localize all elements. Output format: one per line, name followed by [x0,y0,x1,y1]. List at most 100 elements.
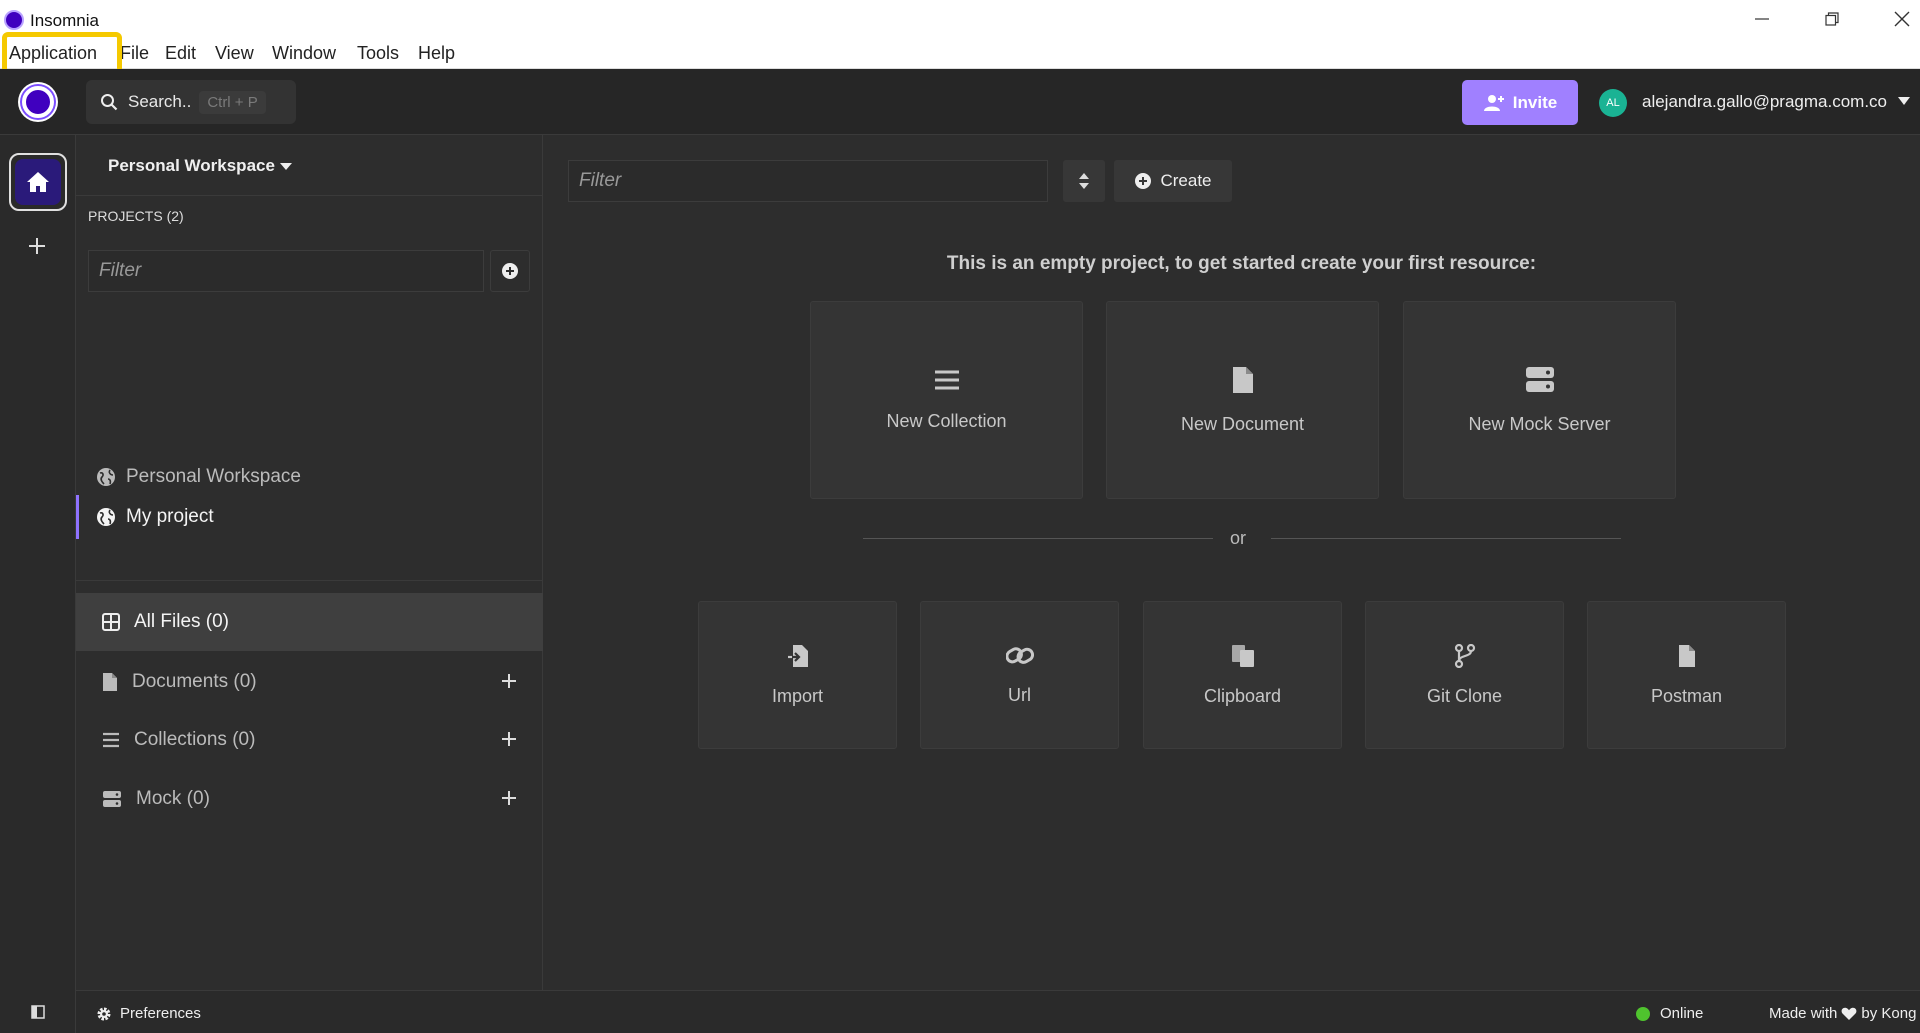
grid-icon [102,613,120,631]
add-icon[interactable] [26,235,48,257]
insomnia-home-logo[interactable] [18,82,58,122]
close-icon [1894,11,1910,27]
preferences-label: Preferences [120,1005,201,1022]
card-label: New Collection [886,410,1007,431]
globe-icon [97,508,115,526]
plus-circle-icon [502,263,518,279]
search-shortcut: Ctrl + P [199,90,266,114]
sidebar: Personal Workspace PROJECTS (2) Filter P… [76,135,543,990]
search-label: Search.. [128,92,192,111]
menu-window[interactable]: Window [272,43,336,64]
document-icon [1678,644,1695,667]
home-button[interactable] [9,153,67,211]
sidebar-item-label: All Files (0) [134,611,230,632]
made-with-kong-link[interactable]: Made with by Kong [1769,1005,1916,1022]
create-label: Create [1160,171,1212,190]
made-with-suffix: by Kong [1861,1005,1917,1022]
heart-icon [1841,1007,1857,1020]
git-branch-icon [1454,643,1475,668]
list-icon [103,732,119,748]
globe-icon [97,468,115,486]
menu-bar: Application File Edit View Window Tools … [0,36,1920,69]
or-label: or [1230,528,1247,548]
online-label: Online [1660,1005,1704,1022]
card-label: Url [1008,684,1031,705]
chevron-down-icon[interactable] [1898,97,1910,105]
divider [1271,538,1621,539]
new-mock-server-card[interactable]: New Mock Server [1403,301,1676,499]
git-clone-card[interactable]: Git Clone [1365,601,1564,749]
document-icon [103,673,117,691]
projects-label: PROJECTS (2) [88,208,184,224]
add-project-button[interactable] [490,250,530,292]
empty-project-message: This is an empty project, to get started… [946,253,1537,274]
project-label: My project [126,506,214,527]
projects-filter-placeholder: Filter [99,260,142,281]
card-label: New Mock Server [1468,413,1611,434]
sidebar-item-label: Documents (0) [132,671,257,692]
restore-icon [1825,12,1839,26]
menu-file[interactable]: File [120,43,149,64]
made-with-prefix: Made with [1769,1005,1838,1022]
url-card[interactable]: Url [920,601,1119,749]
card-label: New Document [1180,413,1305,434]
menu-edit[interactable]: Edit [165,43,196,64]
workspace-title: Personal Workspace [108,156,275,175]
menu-help[interactable]: Help [418,43,455,64]
avatar[interactable]: AL [1599,89,1627,117]
sort-icon [1079,173,1089,189]
search-icon [101,94,118,111]
clipboard-card[interactable]: Clipboard [1143,601,1342,749]
postman-card[interactable]: Postman [1587,601,1786,749]
add-user-icon [1483,94,1504,111]
files-filter-placeholder: Filter [579,170,622,191]
insomnia-logo-icon [4,10,24,30]
create-button[interactable]: Create [1114,160,1232,202]
card-label: Clipboard [1203,685,1282,706]
minimize-button[interactable] [1742,6,1782,32]
sidebar-item-label: Mock (0) [136,788,210,809]
sidebar-item-documents[interactable]: Documents (0) [76,653,543,711]
online-status: Online [1636,1005,1703,1022]
menu-view[interactable]: View [215,43,254,64]
preferences-button[interactable]: Preferences [96,1005,201,1022]
window-title: Insomnia [30,11,99,30]
close-window-button[interactable] [1882,6,1920,32]
import-icon [787,644,808,667]
card-label: Postman [1650,685,1723,706]
server-icon [103,791,121,807]
sidebar-toggle-icon[interactable] [31,1005,45,1019]
restore-button[interactable] [1812,6,1852,32]
home-icon [27,172,49,192]
new-collection-card[interactable]: New Collection [810,301,1083,499]
sidebar-item-collections[interactable]: Collections (0) [76,711,543,769]
add-mock-icon[interactable] [501,790,517,806]
new-document-card[interactable]: New Document [1106,301,1379,499]
sidebar-item-mock[interactable]: Mock (0) [76,770,543,828]
menu-tools[interactable]: Tools [357,43,399,64]
sidebar-item-all-files[interactable]: All Files (0) [76,593,543,651]
online-dot-icon [1636,1006,1650,1021]
files-filter-input[interactable]: Filter [568,160,1048,202]
invite-label: Invite [1512,92,1558,112]
invite-button[interactable]: Invite [1462,80,1578,125]
project-item-personal-workspace[interactable]: Personal Workspace [76,455,543,499]
search-button[interactable]: Search.. Ctrl + P [86,80,296,124]
link-icon [1005,646,1034,664]
add-document-icon[interactable] [501,673,517,689]
user-email[interactable]: alejandra.gallo@pragma.com.co [1642,92,1887,112]
workspace-switcher[interactable]: Personal Workspace [76,135,543,196]
clipboard-icon [1231,644,1254,667]
sidebar-item-label: Collections (0) [134,729,256,750]
divider [76,580,543,581]
list-icon [934,370,959,389]
import-card[interactable]: Import [698,601,897,749]
plus-circle-icon [1135,173,1152,189]
status-bar: Preferences Online Made with by Kong [76,990,1920,1033]
add-collection-icon[interactable] [501,731,517,747]
projects-filter-input[interactable]: Filter [88,250,484,292]
left-rail [0,135,76,1033]
document-icon [1232,366,1253,393]
project-item-my-project[interactable]: My project [76,495,543,539]
sort-button[interactable] [1063,160,1105,202]
